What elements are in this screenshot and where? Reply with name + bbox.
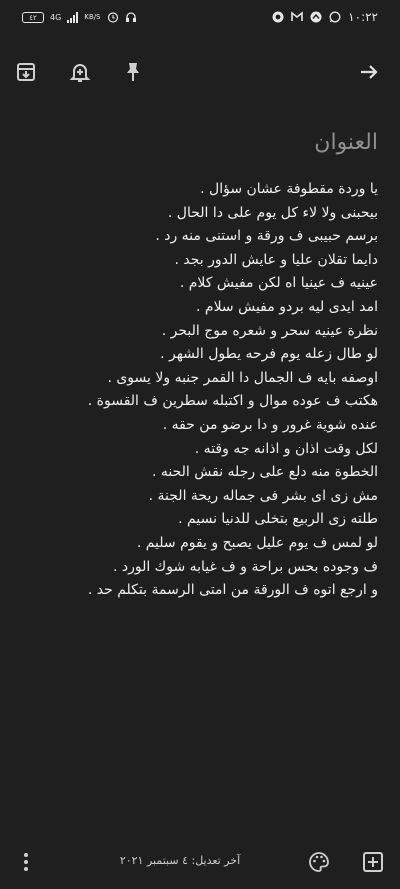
headset-icon [125,12,136,22]
app-notification-icon [272,11,284,23]
last-edited-text: آخر تعديل: ٤ سبتمبر ٢٠٢١ [119,854,241,867]
whatsapp-icon [329,11,341,23]
alarm-icon [107,12,118,23]
note-line: مش زى اى بشر فى جماله ريحة الجنة . [148,487,378,504]
signal-icon [67,11,79,23]
pin-icon[interactable] [121,60,145,84]
note-toolbar [0,52,400,92]
data-speed: KB/S [84,13,101,21]
arrow-forward-icon[interactable] [357,60,381,84]
note-body[interactable]: يا وردة مقطوفة عشان سؤال . بيحبنى ولا لا… [18,178,378,603]
app-notification-icon-2 [310,11,322,23]
note-line: برسم حبيبى ف ورقة و استنى منه رد . [155,228,378,245]
note-line: لو لمس ف يوم عليل يصبح و يقوم سليم . [136,534,378,551]
bottom-bar: آخر تعديل: ٤ سبتمبر ٢٠٢١ [0,840,400,885]
note-line: امد ايدى ليه بردو مفيش سلام . [196,298,378,315]
note-line: عنده شوية غرور و دا برضو من حقه . [162,416,378,433]
gmail-icon [291,11,303,21]
note-line: نظرة عينيه سحر و شعره موج البحر . [161,322,378,339]
note-line: اوصفه بايه ف الجمال دا القمر جنبه ولا يس… [107,369,378,386]
network-type: 4G [50,12,62,22]
status-bar: ٤٢ 4G KB/S ١٠:٢٢ [0,0,400,36]
note-line: ف وجوده بحس براحة و ف غيابه شوك الورد . [112,558,378,575]
clock: ١٠:٢٢ [348,10,378,24]
palette-icon[interactable] [307,850,331,874]
archive-icon[interactable] [14,60,38,84]
note-line: الخطوة منه دلع على رجله نقش الحنه . [152,464,378,481]
note-line: دايما تقلان عليا و عايش الدور بجد . [174,251,378,268]
note-title[interactable]: العنوان [18,130,378,155]
note-line: يا وردة مقطوفة عشان سؤال . [200,181,378,197]
battery-indicator: ٤٢ [22,11,44,23]
note-line: هكتب ف عوده موال و اكتبله سطرين ف القسوة… [87,393,378,410]
add-box-icon[interactable] [361,850,385,874]
add-alert-icon[interactable] [68,60,92,84]
note-line: و ارجع اتوه ف الورقة من امتى الرسمة بتكل… [87,582,378,599]
note-line: لو طال زعله يوم فرحه يطول الشهر . [160,346,378,363]
note-line: لكل وقت اذان و اذانه جه وقته . [194,440,378,457]
note-line: طلته زى الربيع بتخلى للدنيا نسيم . [178,511,378,528]
more-vert-icon[interactable] [14,850,38,874]
note-line: عينيه ف عينيا اه لكن مفيش كلام . [179,275,378,292]
note-line: بيحبنى ولا لاء كل يوم على دا الحال . [167,204,378,221]
